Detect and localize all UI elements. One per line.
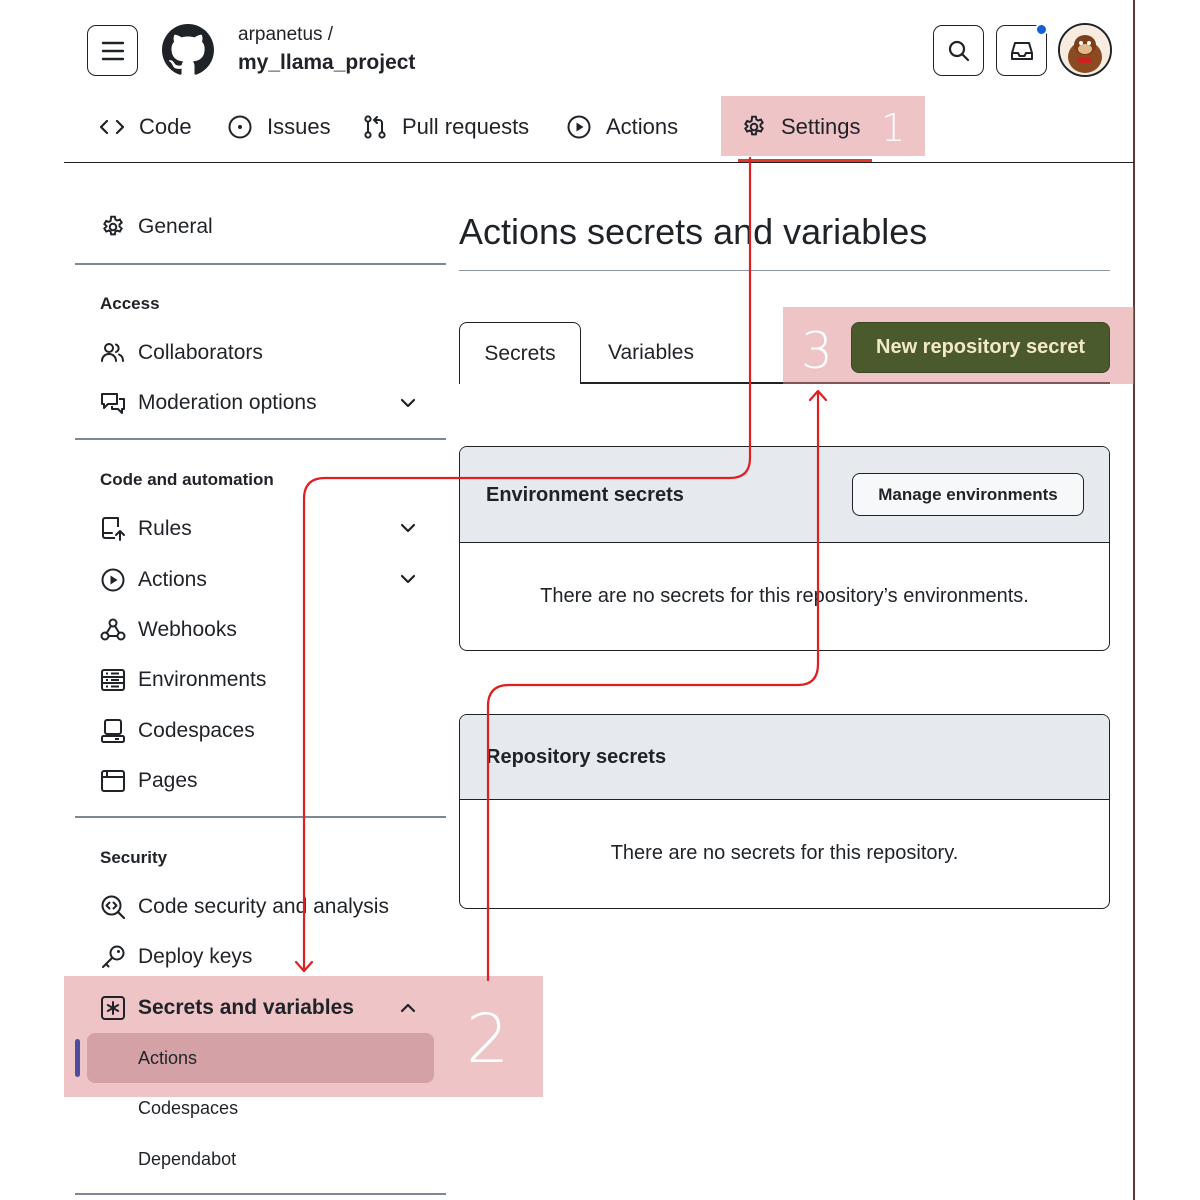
environment-secrets-panel: Environment secrets Manage environments … [459, 446, 1110, 651]
nav-divider [64, 162, 1134, 163]
tab-code[interactable]: Code [99, 109, 192, 145]
github-logo-icon[interactable] [162, 24, 214, 76]
tab-actions[interactable]: Actions [566, 109, 678, 145]
tab-variables[interactable]: Variables [590, 322, 712, 384]
sidebar-divider [75, 1193, 446, 1195]
repo-owner-link[interactable]: arpanetus / [238, 24, 333, 46]
sidebar-item-environments[interactable]: Environments [100, 665, 266, 695]
people-icon [101, 343, 124, 362]
manage-environments-button[interactable]: Manage environments [852, 473, 1084, 516]
webhook-icon [100, 618, 126, 641]
tab-pull-requests[interactable]: Pull requests [362, 109, 529, 145]
repository-secrets-panel: Repository secrets There are no secrets … [459, 714, 1110, 909]
menu-button[interactable] [87, 25, 138, 76]
environment-secrets-title: Environment secrets [486, 484, 684, 506]
sidebar-item-codespaces-label: Codespaces [138, 719, 255, 742]
chevron-down-icon[interactable] [398, 393, 418, 413]
comment-discussion-icon [101, 393, 125, 414]
chevron-up-icon[interactable] [398, 998, 418, 1018]
sidebar-item-webhooks-label: Webhooks [138, 618, 237, 641]
inbox-icon [1010, 41, 1033, 60]
tab-pull-requests-label: Pull requests [402, 114, 530, 139]
avatar-image-icon [1060, 25, 1110, 75]
sidebar-item-deploy-keys[interactable]: Deploy keys [100, 942, 252, 972]
codescan-icon [101, 895, 126, 920]
codespaces-icon [101, 719, 125, 743]
tab-settings-label: Settings [781, 114, 861, 139]
repository-secrets-title: Repository secrets [486, 746, 667, 768]
server-icon [101, 669, 125, 691]
sidebar-item-secrets-variables-label: Secrets and variables [138, 996, 354, 1019]
repository-secrets-header: Repository secrets [460, 715, 1109, 800]
sidebar-heading-code-automation: Code and automation [100, 470, 274, 489]
active-indicator [75, 1039, 80, 1077]
issue-icon [228, 115, 252, 139]
page-title: Actions secrets and variables [459, 211, 928, 252]
sidebar-divider [75, 263, 446, 265]
step-3-number: 3 [801, 322, 833, 380]
repo-name-link[interactable]: my_llama_project [238, 51, 415, 75]
sidebar-item-general-label: General [138, 215, 213, 238]
tab-secrets[interactable]: Secrets [459, 322, 581, 384]
environment-secrets-header: Environment secrets Manage environments [460, 447, 1109, 543]
search-icon [948, 40, 969, 61]
browser-icon [101, 770, 125, 792]
step-1-number: 1 [881, 106, 906, 150]
sidebar-item-actions-label: Actions [138, 568, 207, 591]
sidebar-subitem-actions[interactable]: Actions [138, 1048, 197, 1069]
sidebar-item-actions[interactable]: Actions [100, 565, 207, 595]
sidebar-item-rules-label: Rules [138, 517, 192, 540]
title-divider [459, 270, 1110, 271]
sidebar-item-deploy-keys-label: Deploy keys [138, 945, 253, 968]
sidebar-item-rules[interactable]: Rules [100, 514, 192, 544]
sidebar-item-secrets-variables[interactable]: Secrets and variables [100, 993, 354, 1023]
key-icon [102, 945, 125, 968]
sidebar-item-environments-label: Environments [138, 668, 267, 691]
sidebar-item-collaborators-label: Collaborators [138, 341, 263, 364]
repository-secrets-empty: There are no secrets for this repository… [610, 842, 959, 864]
environment-secrets-empty: There are no secrets for this repository… [540, 584, 1029, 607]
asterisk-box-icon [101, 996, 125, 1020]
sidebar-divider [75, 438, 446, 440]
sidebar-item-pages[interactable]: Pages [100, 766, 198, 796]
new-repository-secret-button[interactable]: New repository secret [851, 322, 1110, 373]
gear-icon [103, 215, 123, 236]
tab-actions-label: Actions [606, 114, 679, 139]
sidebar-subitem-codespaces[interactable]: Codespaces [138, 1098, 238, 1119]
sidebar-divider [75, 816, 446, 818]
sidebar-item-moderation-label: Moderation options [138, 391, 317, 414]
sidebar-item-moderation[interactable]: Moderation options [100, 388, 317, 418]
tab-settings[interactable]: Settings [741, 109, 861, 145]
sidebar-item-code-security[interactable]: Code security and analysis [100, 892, 389, 922]
chevron-down-icon[interactable] [398, 518, 418, 538]
tab-issues[interactable]: Issues [227, 109, 331, 145]
chevron-down-icon[interactable] [398, 569, 418, 589]
sidebar-heading-access: Access [100, 294, 160, 313]
search-button[interactable] [933, 25, 984, 76]
sidebar-item-general[interactable]: General [100, 212, 213, 242]
step-2-number: 2 [466, 1000, 510, 1079]
repo-push-icon [102, 517, 125, 541]
sidebar-item-codespaces[interactable]: Codespaces [100, 716, 255, 746]
hamburger-icon [101, 41, 124, 60]
user-avatar[interactable] [1058, 23, 1112, 77]
notification-dot [1035, 23, 1048, 36]
sidebar-item-pages-label: Pages [138, 769, 198, 792]
tab-issues-label: Issues [267, 114, 331, 139]
sidebar-item-collaborators[interactable]: Collaborators [100, 338, 263, 368]
tab-code-label: Code [139, 114, 192, 139]
code-icon [99, 119, 125, 135]
pull-request-icon [364, 115, 386, 139]
sidebar-heading-security: Security [100, 848, 168, 867]
gear-icon [744, 115, 764, 136]
play-circle-icon [567, 115, 591, 139]
sidebar-item-webhooks[interactable]: Webhooks [100, 615, 237, 645]
sidebar-subitem-dependabot[interactable]: Dependabot [138, 1149, 236, 1170]
sidebar-item-code-security-label: Code security and analysis [138, 895, 389, 918]
page-right-border [1133, 0, 1135, 1200]
play-circle-icon [101, 568, 125, 592]
